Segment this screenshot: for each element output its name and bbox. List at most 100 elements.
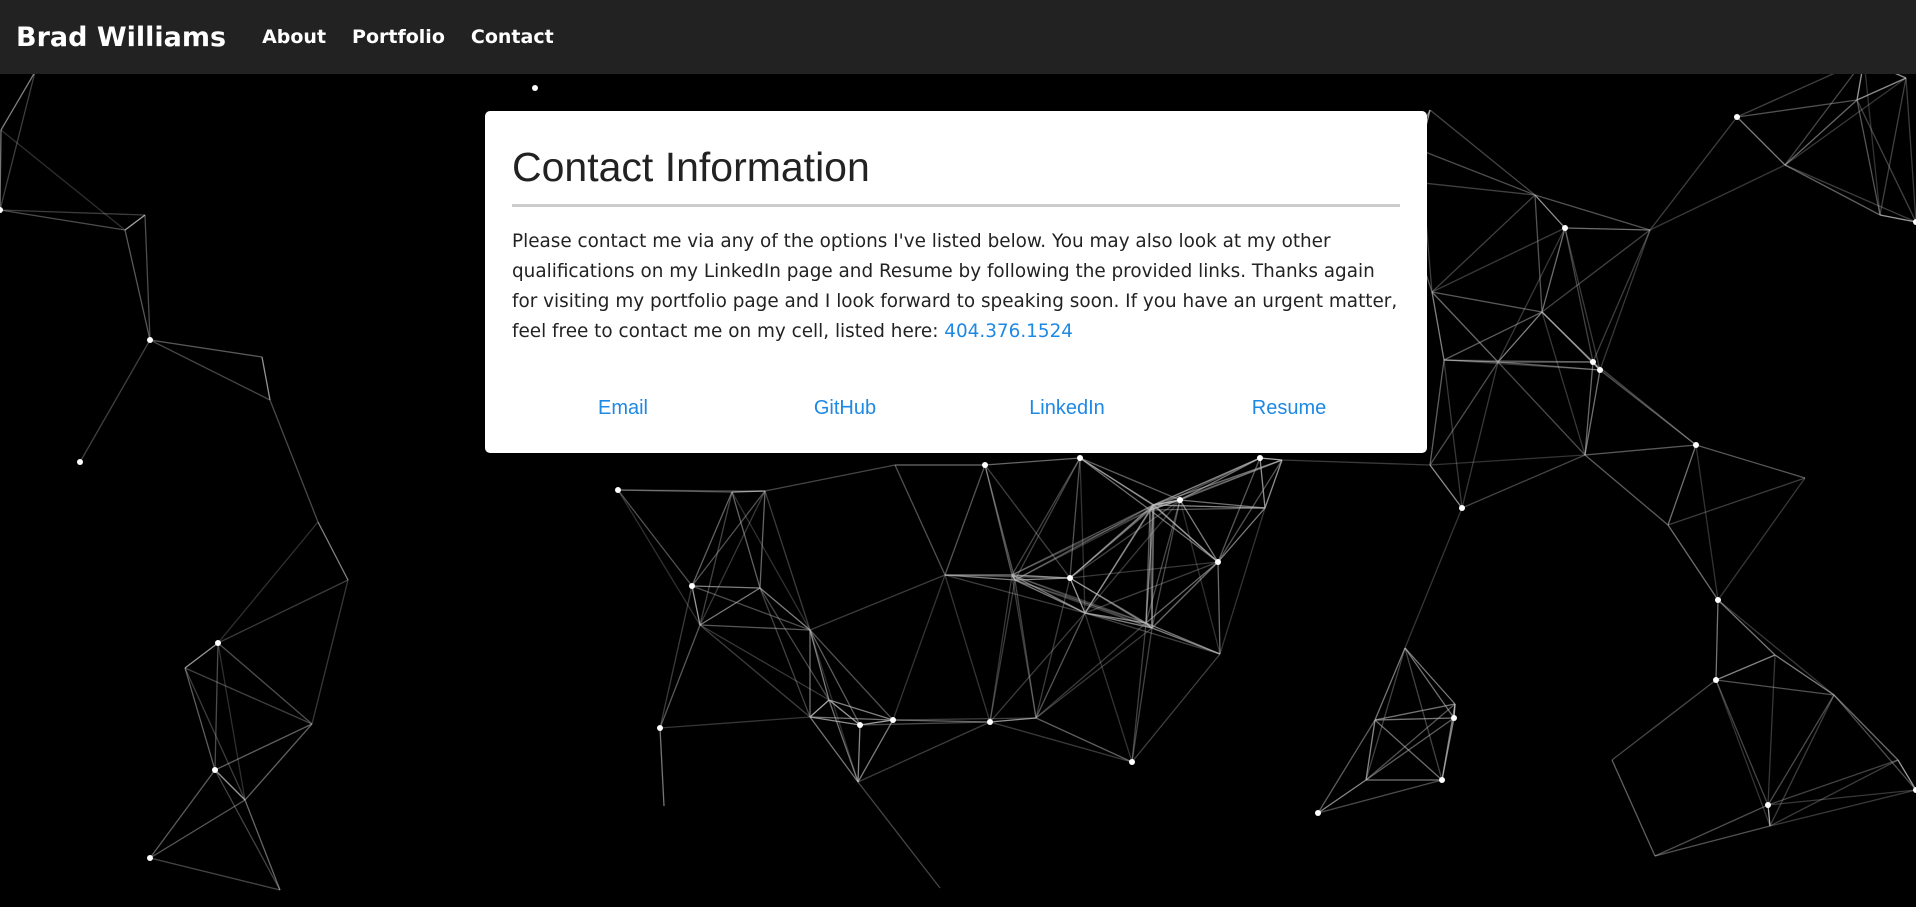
network-line	[1079, 457, 1086, 614]
network-line	[244, 799, 281, 891]
network-line	[1441, 717, 1455, 781]
network-line	[217, 642, 313, 725]
nav-about[interactable]: About	[262, 26, 326, 48]
nav-contact[interactable]: Contact	[471, 26, 554, 48]
network-line	[1035, 622, 1147, 719]
network-line	[1461, 454, 1586, 509]
contact-links: Email GitHub LinkedIn Resume	[512, 397, 1400, 420]
network-line	[659, 727, 665, 807]
network-line	[1035, 577, 1071, 719]
network-line	[1153, 504, 1219, 563]
network-line	[1856, 99, 1916, 223]
linkedin-link[interactable]: LinkedIn	[956, 397, 1178, 420]
network-line	[1541, 227, 1566, 313]
network-line	[1769, 694, 1835, 827]
network-line	[214, 642, 219, 771]
network-line	[809, 574, 946, 631]
network-line	[1592, 229, 1651, 363]
network-line	[1736, 116, 1786, 166]
network-line	[691, 585, 761, 589]
network-line	[731, 491, 761, 589]
github-link[interactable]: GitHub	[734, 397, 956, 420]
network-line	[1769, 789, 1916, 827]
network-line	[1374, 717, 1455, 721]
network-line	[1317, 719, 1376, 814]
network-line	[1443, 359, 1463, 509]
network-line	[1695, 444, 1806, 479]
network-line	[1317, 779, 1443, 814]
network-node	[1077, 455, 1083, 461]
network-line	[1365, 717, 1455, 781]
network-node	[1734, 114, 1740, 120]
network-line	[1497, 311, 1543, 363]
network-line	[214, 769, 281, 891]
network-line	[1784, 74, 1855, 166]
network-line	[1667, 477, 1806, 526]
network-line	[1715, 654, 1776, 681]
network-line	[759, 490, 766, 589]
network-line	[857, 721, 991, 783]
network-line	[1856, 74, 1863, 101]
network-line	[1497, 361, 1601, 371]
network-line	[317, 521, 349, 581]
network-line	[1151, 561, 1219, 629]
network-line	[809, 629, 859, 783]
network-node	[532, 85, 538, 91]
network-line	[617, 489, 693, 587]
network-node	[1451, 715, 1457, 721]
network-line	[1895, 74, 1907, 79]
network-line	[1443, 311, 1543, 361]
network-line	[1404, 507, 1463, 649]
network-node	[1693, 442, 1699, 448]
network-node	[147, 855, 153, 861]
network-line	[0, 209, 146, 216]
network-line	[1833, 694, 1916, 791]
network-node	[1713, 677, 1719, 683]
network-line	[1717, 599, 1776, 656]
network-line	[1611, 759, 1656, 857]
network-line	[1217, 561, 1221, 655]
network-line	[1767, 654, 1776, 806]
network-line	[1259, 457, 1266, 509]
nav-portfolio[interactable]: Portfolio	[352, 26, 445, 48]
network-line	[1584, 361, 1594, 456]
email-link[interactable]: Email	[512, 397, 734, 420]
network-node	[1215, 559, 1221, 565]
network-line	[809, 699, 830, 718]
network-line	[0, 74, 36, 211]
network-line	[1035, 612, 1086, 719]
brand-logo[interactable]: Brad Williams	[16, 22, 226, 53]
network-line	[184, 642, 219, 669]
network-line	[857, 781, 941, 889]
network-line	[269, 399, 319, 523]
network-line	[244, 723, 313, 801]
network-node	[1765, 802, 1771, 808]
network-line	[217, 579, 349, 644]
network-node	[215, 640, 221, 646]
network-line	[944, 464, 986, 576]
network-line	[1584, 444, 1697, 456]
network-line	[1767, 694, 1835, 806]
network-line	[1784, 164, 1916, 223]
network-line	[1131, 622, 1147, 763]
network-line	[1069, 457, 1081, 579]
network-line	[1145, 561, 1219, 624]
network-line	[1534, 194, 1651, 231]
network-line	[1584, 454, 1669, 526]
phone-link[interactable]: 404.376.1524	[944, 321, 1073, 342]
network-line	[1667, 524, 1719, 601]
network-node	[857, 722, 863, 728]
network-line	[1833, 694, 1899, 761]
network-line	[149, 769, 216, 859]
network-line	[214, 723, 313, 771]
network-node	[1129, 759, 1135, 765]
contact-description: Please contact me via any of the options…	[512, 227, 1400, 347]
network-line	[1259, 457, 1283, 461]
network-line	[149, 799, 246, 859]
network-line	[1564, 227, 1594, 363]
network-node	[890, 717, 896, 723]
resume-link[interactable]: Resume	[1178, 397, 1400, 420]
network-line	[1217, 507, 1266, 563]
network-line	[1856, 77, 1907, 101]
network-line	[1404, 647, 1455, 719]
